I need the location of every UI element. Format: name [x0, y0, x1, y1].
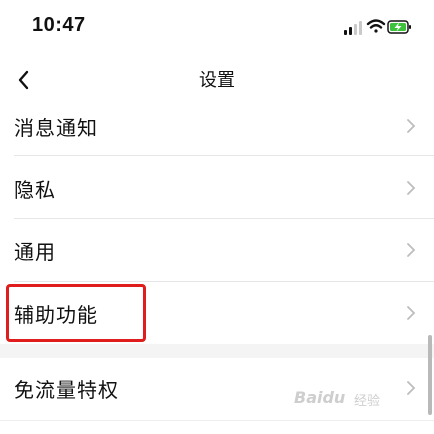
chevron-right-icon: [407, 306, 416, 320]
page-title: 设置: [199, 70, 235, 91]
settings-item-general[interactable]: 通用: [0, 220, 434, 280]
section-gap: [0, 344, 434, 358]
highlight-box: [6, 284, 146, 342]
settings-item-notifications[interactable]: 消息通知: [0, 96, 434, 156]
wifi-icon: [366, 19, 386, 33]
chevron-right-icon: [407, 243, 416, 257]
settings-item-label: 隐私: [14, 178, 56, 202]
chevron-right-icon: [407, 181, 416, 195]
watermark-brand: Baidu: [294, 388, 346, 407]
settings-item-label: 消息通知: [14, 116, 98, 140]
battery-charging-icon: [387, 20, 411, 34]
watermark-sub: 经验: [354, 394, 381, 409]
settings-item-privacy[interactable]: 隐私: [0, 158, 434, 218]
scroll-indicator: [428, 335, 432, 415]
status-bar: 10:47: [0, 0, 434, 52]
divider: [0, 420, 434, 421]
divider: [14, 281, 434, 282]
settings-item-label: 免流量特权: [14, 378, 119, 402]
watermark: Baidu 经验: [294, 384, 410, 418]
status-time: 10:47: [32, 14, 86, 36]
signal-icon: [344, 21, 362, 35]
settings-item-label: 通用: [14, 240, 56, 264]
divider: [14, 155, 434, 156]
chevron-right-icon: [407, 119, 416, 133]
divider: [14, 218, 434, 219]
status-icons: [322, 16, 412, 40]
